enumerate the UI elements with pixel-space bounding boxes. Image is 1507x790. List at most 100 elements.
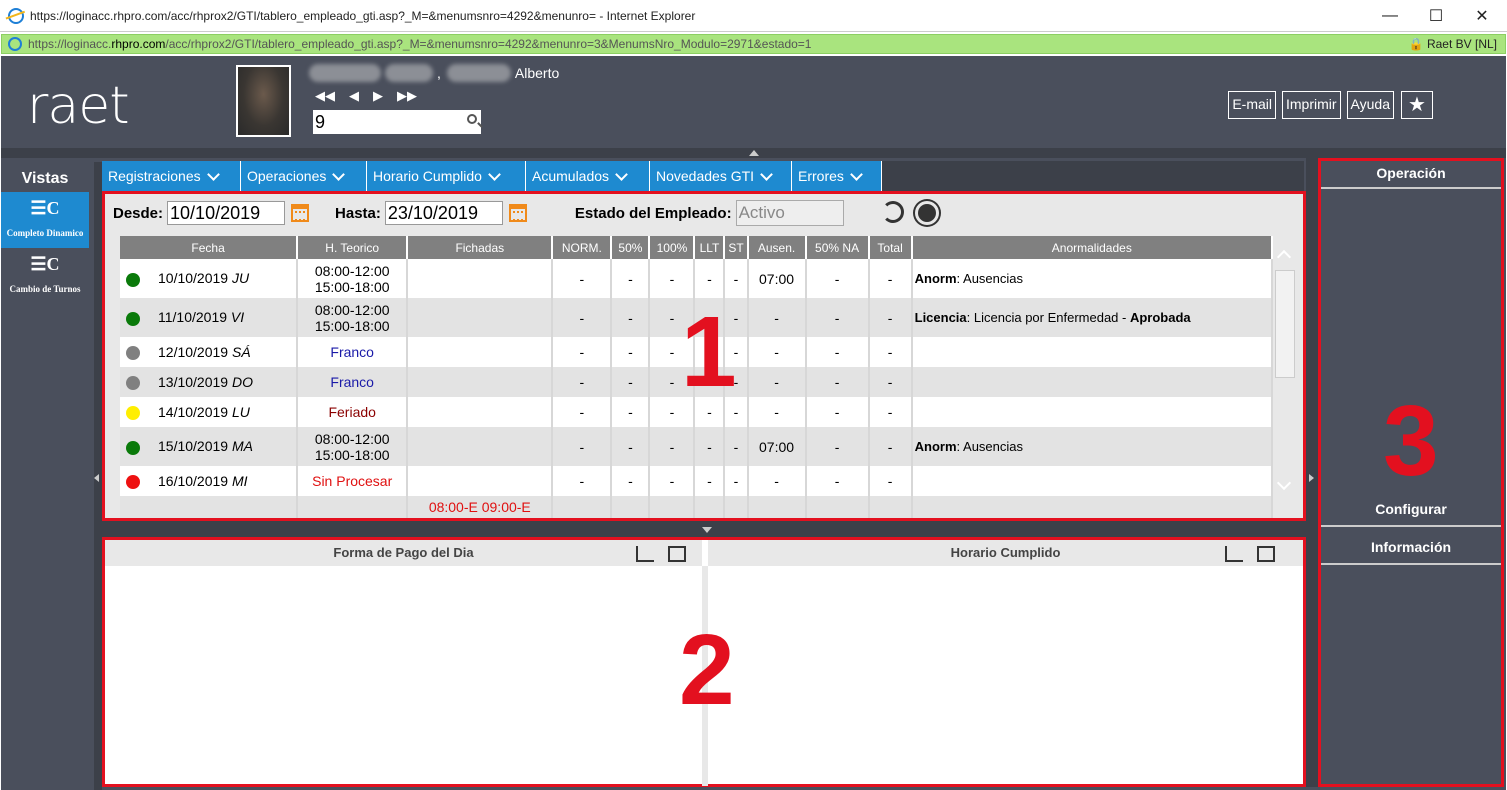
scroll-up-icon[interactable] [1276, 249, 1292, 265]
view-completo-dinamico[interactable]: ☰C Completo Dinamico [1, 192, 89, 248]
close-button[interactable]: ✕ [1459, 0, 1505, 32]
cell-50: - [611, 259, 651, 298]
list-icon[interactable] [668, 546, 686, 562]
desde-label: Desde: [113, 204, 164, 222]
refresh-icon[interactable] [882, 201, 904, 223]
cell-ausen: - [747, 367, 807, 397]
cell-ausen: - [747, 397, 807, 427]
chevron-down-icon [850, 167, 863, 181]
cell-total: - [868, 298, 913, 337]
col-100[interactable]: 100% [649, 236, 696, 259]
first-employee-icon[interactable]: ◀◀ [315, 88, 335, 104]
col-total[interactable]: Total [868, 236, 913, 259]
col-fecha[interactable]: Fecha [120, 236, 299, 259]
col-h-teorico[interactable]: H. Teorico [297, 236, 409, 259]
cell-fecha: 14/10/2019 LU [120, 397, 299, 427]
collapse-down-icon[interactable] [702, 527, 712, 533]
menu-errores[interactable]: Errores [792, 161, 882, 191]
maximize-button[interactable]: ☐ [1413, 0, 1459, 32]
desde-input[interactable]: 10/10/2019 [167, 201, 286, 225]
col-50[interactable]: 50% [611, 236, 651, 259]
table-scrollbar[interactable] [1275, 249, 1295, 512]
col-anormalidades[interactable]: Anormalidades [911, 236, 1274, 259]
cell-norm: - [552, 337, 613, 367]
col-fichadas[interactable]: Fichadas [407, 236, 554, 259]
sidebar-collapse-bar[interactable] [94, 162, 102, 790]
certificate-info[interactable]: 🔒 Raet BV [NL] [1409, 37, 1497, 51]
prev-employee-icon[interactable]: ◀ [349, 88, 359, 104]
email-button[interactable]: E-mail [1228, 91, 1276, 119]
chart-icon[interactable] [636, 546, 654, 562]
chevron-down-icon [488, 167, 501, 181]
header-collapse-bar[interactable] [1, 148, 1506, 158]
forma-pago-header: Forma de Pago del Dia [105, 540, 702, 566]
cell-total: - [868, 337, 913, 367]
table-row[interactable]: 15/10/2019 MA 08:00-12:00 15:00-18:00- - - - -… [120, 427, 1274, 466]
address-url[interactable]: https://loginacc.rhpro.com/acc/rhprox2/G… [28, 37, 811, 51]
col-st[interactable]: ST [724, 236, 749, 259]
print-button[interactable]: Imprimir [1282, 91, 1341, 119]
cell-fichadas [407, 259, 554, 298]
chevron-down-icon [760, 167, 773, 181]
cell-fichadas: 08:00-E 09:00-E [407, 496, 554, 518]
ie-icon [8, 7, 24, 24]
cell-50: - [611, 466, 651, 496]
table-row[interactable]: 16/10/2019 MI Sin Procesar - - - - - - - - [120, 466, 1274, 496]
menu-horario-cumplido[interactable]: Horario Cumplido [367, 161, 526, 191]
cell-llt: - [694, 466, 726, 496]
next-employee-icon[interactable]: ▶ [373, 88, 383, 104]
help-button[interactable]: Ayuda [1346, 91, 1394, 119]
cell-ausen: - [747, 298, 807, 337]
estado-label: Estado del Empleado: [574, 204, 732, 222]
col-llt[interactable]: LLT [694, 236, 726, 259]
status-dot [126, 406, 140, 421]
menu-novedades[interactable]: Novedades GTI [650, 161, 792, 191]
calendar-icon[interactable] [291, 204, 310, 222]
scroll-thumb[interactable] [1275, 270, 1295, 378]
calendar-icon[interactable] [508, 204, 527, 222]
col-50na[interactable]: 50% NA [805, 236, 870, 259]
collapse-right-icon[interactable] [1309, 474, 1314, 482]
col-ausen[interactable]: Ausen. [747, 236, 807, 259]
status-dot [126, 376, 140, 391]
table-row[interactable]: 08:00-E 09:00-E [120, 496, 1274, 518]
ie-page-icon [8, 37, 22, 51]
cell-st: - [724, 259, 749, 298]
cell-total: - [868, 259, 913, 298]
right-collapse-bar[interactable] [1306, 158, 1318, 787]
menu-acumulados[interactable]: Acumulados [526, 161, 650, 191]
last-employee-icon[interactable]: ▶▶ [397, 88, 417, 104]
cell-fecha: 10/10/2019 JU [120, 259, 299, 298]
cell-st: - [724, 427, 749, 466]
hasta-input[interactable]: 23/10/2019 [384, 201, 503, 225]
cell-norm: - [552, 397, 613, 427]
menu-registraciones[interactable]: Registraciones [102, 161, 241, 191]
scroll-down-icon[interactable] [1276, 475, 1292, 491]
table-row[interactable]: 10/10/2019 JU 08:00-12:00 15:00-18:00- - - - -… [120, 259, 1274, 298]
gear-icon[interactable] [918, 204, 936, 222]
informacion-header[interactable]: Información [1321, 533, 1501, 565]
cell-anormalidades [911, 397, 1274, 427]
cell-h-teorico: 08:00-12:00 15:00-18:00 [297, 259, 409, 298]
collapse-left-icon[interactable] [94, 474, 99, 482]
cell-anormalidades: Anorm: Ausencias [911, 427, 1274, 466]
cell-50: - [611, 298, 651, 337]
address-bar[interactable]: https://loginacc.rhpro.com/acc/rhprox2/G… [1, 34, 1506, 54]
minimize-button[interactable]: — [1367, 0, 1413, 32]
cell-total: - [868, 427, 913, 466]
list-icon[interactable] [1257, 546, 1275, 562]
col-norm[interactable]: NORM. [552, 236, 613, 259]
cell-llt: - [694, 427, 726, 466]
table-view-icon: ☰C [30, 198, 60, 218]
employee-search-input[interactable]: 9 [313, 110, 481, 134]
menu-operaciones[interactable]: Operaciones [241, 161, 367, 191]
configurar-header[interactable]: Configurar [1321, 501, 1501, 527]
view-cambio-turnos[interactable]: ☰C Cambio de Turnos [1, 248, 89, 304]
collapse-up-icon[interactable] [749, 150, 759, 156]
panel-splitter[interactable] [102, 521, 1306, 537]
operacion-header[interactable]: Operación [1321, 161, 1501, 189]
favorite-star-icon[interactable]: ★ [1401, 91, 1433, 119]
table-view-icon: ☰C [30, 254, 60, 274]
search-icon[interactable] [467, 114, 477, 124]
chart-icon[interactable] [1225, 546, 1243, 562]
